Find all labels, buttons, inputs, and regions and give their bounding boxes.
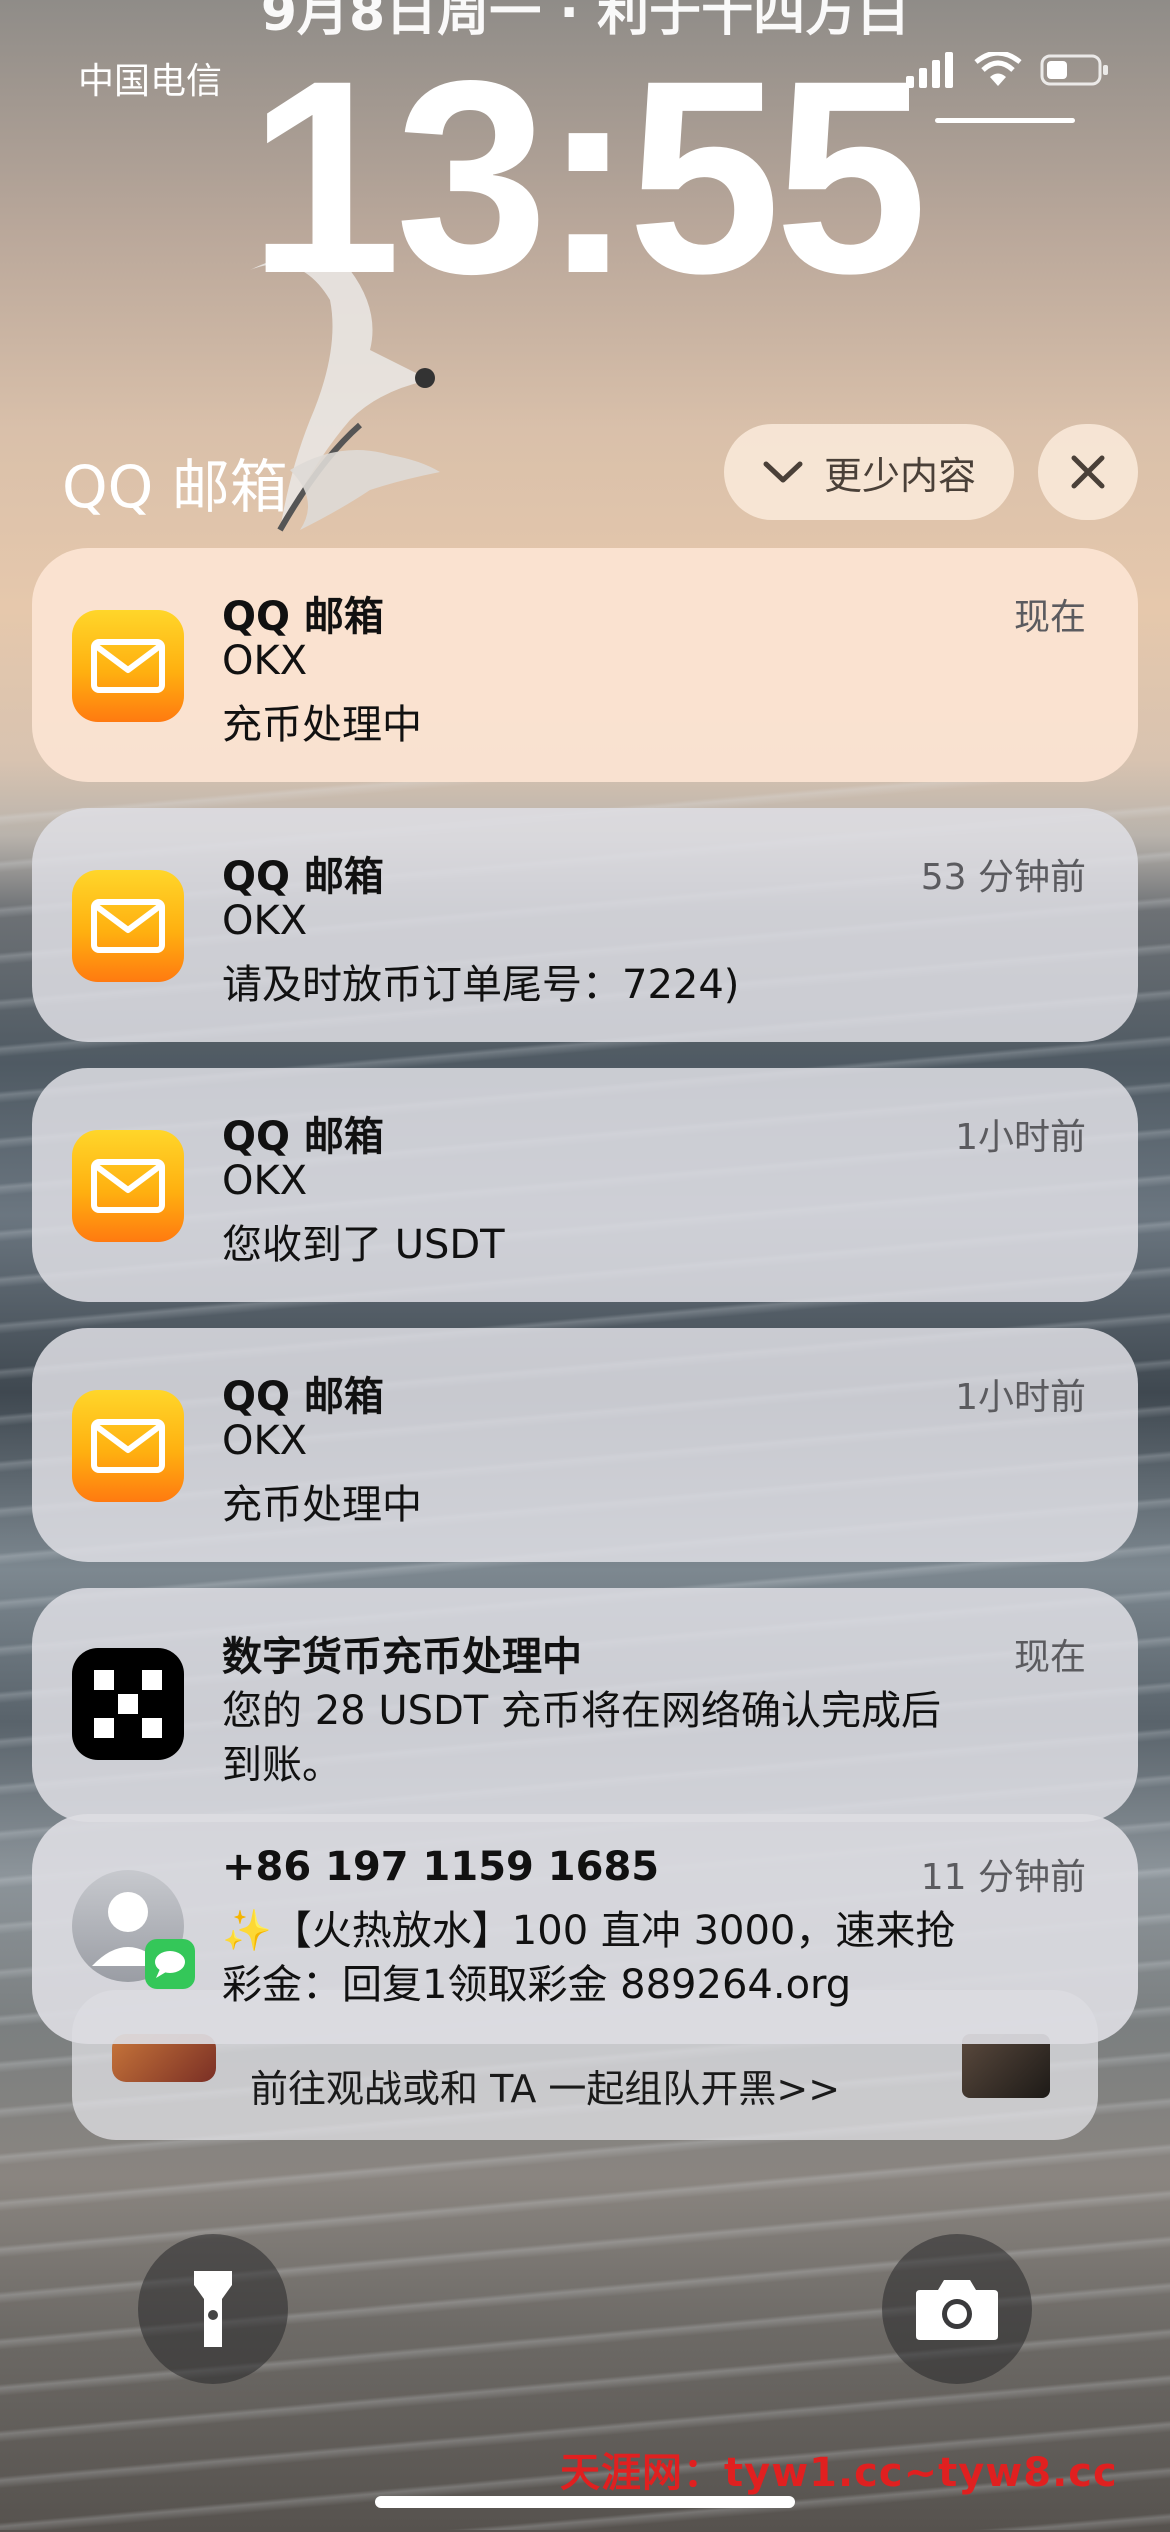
notification-body-line-1: 您的 28 USDT 充币将在网络确认完成后	[222, 1688, 941, 1734]
envelope-icon	[91, 1159, 165, 1213]
stacked-notification-text: 前往观战或和 TA 一起组队开黑>>	[250, 2067, 841, 2111]
notification-time: 1小时前	[955, 1377, 1086, 1418]
notification-group-title: QQ 邮箱	[62, 453, 288, 521]
camera-button[interactable]	[882, 2234, 1032, 2384]
notification-app-name: QQ 邮箱	[222, 594, 384, 640]
notification-app-name: QQ 邮箱	[222, 1114, 384, 1160]
message-badge-icon	[145, 1939, 195, 1989]
sms-notification-card[interactable]: +86 197 1159 1685 11 分钟前 ✨【火热放水】100 直冲 3…	[32, 1814, 1138, 2044]
notification-time: 1小时前	[955, 1117, 1086, 1158]
notification-time: 现在	[1013, 597, 1086, 638]
notification-card[interactable]: QQ 邮箱 53 分钟前 OKX 请及时放币订单尾号：7224)	[32, 808, 1138, 1042]
notification-app-name: QQ 邮箱	[222, 854, 384, 900]
camera-icon	[916, 2280, 998, 2340]
notification-card[interactable]: QQ 邮箱 现在 OKX 充币处理中	[32, 548, 1138, 782]
notification-app-name: QQ 邮箱	[222, 1374, 384, 1420]
notification-title: 数字货币充币处理中	[222, 1634, 582, 1680]
notification-body: 充币处理中	[222, 1482, 422, 1528]
envelope-icon	[91, 899, 165, 953]
notification-sender: OKX	[222, 638, 308, 684]
notification-sender: OKX	[222, 1418, 308, 1464]
flashlight-button[interactable]	[138, 2234, 288, 2384]
seagull-illustration-2	[290, 450, 440, 530]
qq-mail-app-icon	[72, 610, 184, 722]
okx-notification-card[interactable]: 数字货币充币处理中 现在 您的 28 USDT 充币将在网络确认完成后 到账。	[32, 1588, 1138, 1822]
qq-mail-app-icon	[72, 1130, 184, 1242]
notification-sender: OKX	[222, 1158, 308, 1204]
show-less-label: 更少内容	[823, 453, 976, 498]
watermark-text: 天涯网：tyw1.cc~tyw8.cc	[560, 2450, 1118, 2496]
notification-card[interactable]: QQ 邮箱 1小时前 OKX 您收到了 USDT	[32, 1068, 1138, 1302]
notification-body-line-2: 到账。	[222, 1742, 342, 1788]
notification-sender-number: +86 197 1159 1685	[222, 1844, 660, 1890]
notification-time: 11 分钟前	[920, 1857, 1086, 1898]
home-indicator[interactable]	[375, 2496, 795, 2508]
notification-body: 充币处理中	[222, 702, 422, 748]
notification-body: 请及时放币订单尾号：7224)	[222, 962, 740, 1008]
notification-body-line-2: 彩金：回复1领取彩金 889264.org	[222, 1962, 852, 2008]
notification-time: 53 分钟前	[920, 857, 1086, 898]
okx-app-icon	[72, 1648, 184, 1760]
show-less-button[interactable]: 更少内容	[724, 424, 1014, 520]
okx-logo-icon	[94, 1670, 162, 1738]
notification-card[interactable]: QQ 邮箱 1小时前 OKX 充币处理中	[32, 1328, 1138, 1562]
envelope-icon	[91, 639, 165, 693]
lock-clock: 13:55	[248, 24, 927, 331]
qq-mail-app-icon	[72, 1390, 184, 1502]
chevron-down-icon	[763, 461, 803, 483]
envelope-icon	[91, 1419, 165, 1473]
notification-body-line-1: ✨【火热放水】100 直冲 3000，速来抢	[222, 1908, 956, 1954]
qq-mail-app-icon	[72, 870, 184, 982]
notification-body: 您收到了 USDT	[222, 1222, 505, 1268]
flashlight-icon	[194, 2271, 232, 2347]
clear-group-button[interactable]	[1038, 424, 1138, 520]
notification-time: 现在	[1013, 1637, 1086, 1678]
close-icon	[1071, 455, 1105, 489]
notification-sender: OKX	[222, 898, 308, 944]
